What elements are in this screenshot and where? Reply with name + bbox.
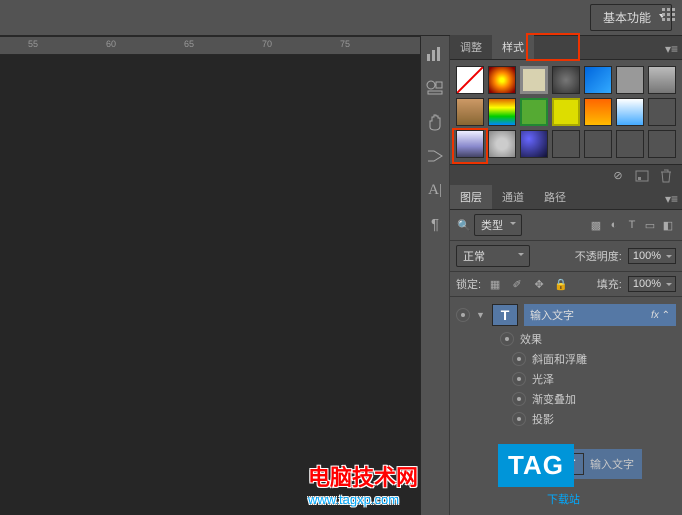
layer-row[interactable]: ▼ T 输入文字 fx ⌃ — [450, 301, 682, 329]
style-swatch[interactable] — [552, 66, 580, 94]
layers-tab-row: 图层 通道 路径 ▾≡ — [450, 186, 682, 210]
effect-item[interactable]: 光泽 — [450, 369, 682, 389]
panel-menu-icon[interactable]: ▾≡ — [665, 42, 678, 56]
fx-indicator[interactable]: fx ⌃ — [651, 310, 670, 321]
fill-label: 填充: — [597, 276, 622, 292]
brush-presets-icon[interactable] — [425, 146, 445, 166]
filter-shape-icon[interactable]: ▭ — [642, 217, 658, 233]
style-swatch[interactable] — [648, 66, 676, 94]
visibility-toggle[interactable] — [456, 308, 470, 322]
lock-all-icon[interactable]: 🔒 — [553, 276, 569, 292]
filter-type-dropdown[interactable]: 类型 — [474, 214, 522, 236]
watermark-url: www.tagxp.com — [308, 492, 418, 507]
effect-item[interactable]: 斜面和浮雕 — [450, 349, 682, 369]
ruler-tick: 75 — [340, 39, 350, 49]
style-swatch[interactable] — [520, 98, 548, 126]
filter-pixel-icon[interactable]: ▩ — [588, 217, 604, 233]
effect-item[interactable]: 投影 — [450, 409, 682, 429]
document-canvas[interactable] — [0, 55, 420, 515]
styles-grid — [450, 60, 682, 164]
watermark-badge-sub: 下载站 — [547, 491, 580, 507]
effect-name: 渐变叠加 — [532, 391, 576, 407]
filter-type-icon[interactable]: T — [624, 217, 640, 233]
workspace-switcher[interactable]: 基本功能 — [590, 4, 672, 31]
tab-styles[interactable]: 样式 — [492, 35, 534, 59]
canvas-area[interactable]: 55 60 65 70 75 — [0, 36, 420, 515]
style-swatch-empty[interactable] — [648, 98, 676, 126]
style-swatch-empty[interactable] — [584, 130, 612, 158]
tab-paths[interactable]: 路径 — [534, 185, 576, 209]
style-swatch[interactable] — [456, 130, 484, 158]
style-swatch[interactable] — [488, 130, 516, 158]
tab-layers[interactable]: 图层 — [450, 185, 492, 209]
style-swatch[interactable] — [584, 98, 612, 126]
style-swatch[interactable] — [456, 98, 484, 126]
effects-header[interactable]: 效果 — [450, 329, 682, 349]
ruler-tick: 60 — [106, 39, 116, 49]
tab-channels[interactable]: 通道 — [492, 185, 534, 209]
effects-label: 效果 — [520, 331, 542, 347]
ruler-tick: 65 — [184, 39, 194, 49]
lock-label: 锁定: — [456, 276, 481, 292]
style-swatch-empty[interactable] — [552, 130, 580, 158]
style-swatch-empty[interactable] — [648, 130, 676, 158]
panel-grid-icon[interactable] — [662, 8, 676, 22]
style-swatch[interactable] — [488, 98, 516, 126]
tab-adjustments[interactable]: 调整 — [450, 35, 492, 59]
new-style-icon[interactable] — [634, 168, 650, 184]
style-swatch[interactable] — [584, 66, 612, 94]
histogram-icon[interactable] — [425, 44, 445, 64]
ghost-name: 输入文字 — [590, 456, 634, 472]
blend-mode-dropdown[interactable]: 正常 — [456, 245, 530, 267]
style-swatch-empty[interactable] — [616, 130, 644, 158]
horizontal-ruler: 55 60 65 70 75 — [0, 37, 420, 55]
filter-adjust-icon[interactable]: ◐ — [606, 217, 622, 233]
layer-thumbnail[interactable]: T — [492, 304, 518, 326]
visibility-toggle[interactable] — [500, 332, 514, 346]
style-swatch[interactable] — [520, 130, 548, 158]
effect-name: 光泽 — [532, 371, 554, 387]
delete-style-icon[interactable] — [658, 168, 674, 184]
filter-smart-icon[interactable]: ◧ — [660, 217, 676, 233]
lock-pixels-icon[interactable]: ✐ — [509, 276, 525, 292]
style-swatch[interactable] — [616, 98, 644, 126]
styles-tab-row: 调整 样式 ▾≡ — [450, 36, 682, 60]
visibility-toggle[interactable] — [512, 352, 526, 366]
visibility-toggle[interactable] — [512, 392, 526, 406]
fill-input[interactable]: 100% — [628, 276, 676, 292]
highlight-box — [526, 33, 580, 61]
ruler-tick: 70 — [262, 39, 272, 49]
info-icon[interactable] — [425, 78, 445, 98]
character-icon[interactable]: A| — [425, 180, 445, 200]
style-swatch[interactable] — [488, 66, 516, 94]
paragraph-icon[interactable]: ¶ — [425, 214, 445, 234]
collapse-toggle[interactable]: ▼ — [476, 310, 486, 320]
style-swatch[interactable] — [520, 66, 548, 94]
watermark-title: 电脑技术网 — [308, 460, 418, 492]
clear-style-icon[interactable]: ⊘ — [610, 168, 626, 184]
effect-name: 投影 — [532, 411, 554, 427]
visibility-toggle[interactable] — [512, 412, 526, 426]
visibility-toggle[interactable] — [512, 372, 526, 386]
panel-menu-icon[interactable]: ▾≡ — [665, 192, 678, 206]
hand-icon[interactable] — [425, 112, 445, 132]
lock-position-icon[interactable]: ✥ — [531, 276, 547, 292]
opacity-input[interactable]: 100% — [628, 248, 676, 264]
lock-transparency-icon[interactable]: ▦ — [487, 276, 503, 292]
filter-search-icon[interactable]: 🔍 — [456, 217, 472, 233]
effect-item[interactable]: 渐变叠加 — [450, 389, 682, 409]
ruler-tick: 55 — [28, 39, 38, 49]
watermark: 电脑技术网 www.tagxp.com — [308, 460, 418, 507]
style-swatch[interactable] — [616, 66, 644, 94]
layer-name-text: 输入文字 — [530, 307, 574, 323]
watermark-badge: TAG — [498, 444, 574, 487]
style-swatch-none[interactable] — [456, 66, 484, 94]
layer-name[interactable]: 输入文字 fx ⌃ — [524, 304, 676, 326]
effect-name: 斜面和浮雕 — [532, 351, 587, 367]
style-swatch[interactable] — [552, 98, 580, 126]
opacity-label: 不透明度: — [575, 248, 622, 264]
